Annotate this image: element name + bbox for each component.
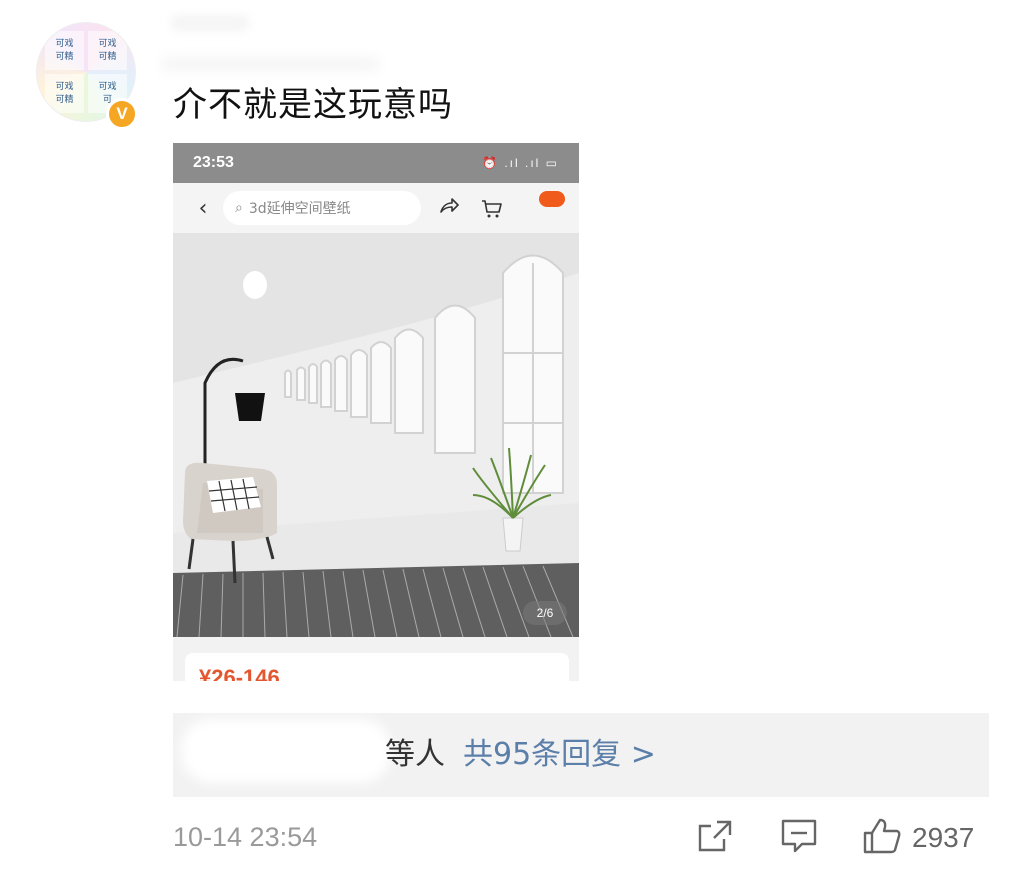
avatar-tile: 可戏 可精 (45, 31, 84, 70)
share-icon (439, 197, 459, 220)
replies-text: 等人 共95条回复 > (385, 733, 656, 777)
image-counter: 2/6 (523, 601, 567, 625)
redacted-meta (160, 56, 380, 72)
product-nav-bar: ‹ ⌕ 3d延伸空间壁纸 (173, 183, 579, 233)
verified-v-icon: V (106, 98, 138, 130)
avatar-tile: 可戏 可精 (88, 31, 127, 70)
product-search-box: ⌕ 3d延伸空间壁纸 (223, 191, 421, 225)
status-time: 23:53 (193, 154, 234, 171)
reply-button[interactable] (780, 818, 818, 858)
comment-timestamp: 10-14 23:54 (173, 822, 318, 852)
cart-icon (481, 199, 503, 218)
back-icon: ‹ (198, 195, 208, 221)
product-price: ¥26-146 (199, 665, 280, 681)
view-replies-link[interactable]: 共95条回复 > (463, 737, 656, 772)
cart-badge (539, 191, 565, 207)
product-photo: 2/6 (173, 233, 579, 637)
avatar-tile: 可戏 可精 (45, 74, 84, 113)
reply-users-label: 等人 (385, 737, 445, 772)
like-button[interactable]: 2937 (862, 818, 974, 858)
replies-summary[interactable]: 等人 共95条回复 > (173, 713, 989, 797)
comment-text: 介不就是这玩意吗 (173, 85, 453, 125)
share-button[interactable] (697, 818, 733, 858)
price-card: ¥26-146 (185, 653, 569, 681)
comment-image[interactable]: 23:53 ⏰ .ıl .ıl ▭ ‹ ⌕ 3d延伸空间壁纸 2/6 ¥26-1… (173, 143, 579, 681)
share-icon (697, 819, 733, 857)
room-illustration (173, 233, 579, 637)
search-placeholder: 3d延伸空间壁纸 (248, 201, 351, 217)
search-icon: ⌕ (235, 200, 243, 216)
redacted-username (170, 14, 250, 32)
redacted-reply-users (181, 719, 391, 783)
thumbs-up-icon (862, 817, 902, 859)
like-count: 2937 (912, 822, 975, 853)
phone-status-bar: 23:53 ⏰ .ıl .ıl ▭ (173, 143, 579, 183)
status-icons: ⏰ .ıl .ıl ▭ (482, 156, 559, 170)
comment-icon (780, 818, 818, 858)
